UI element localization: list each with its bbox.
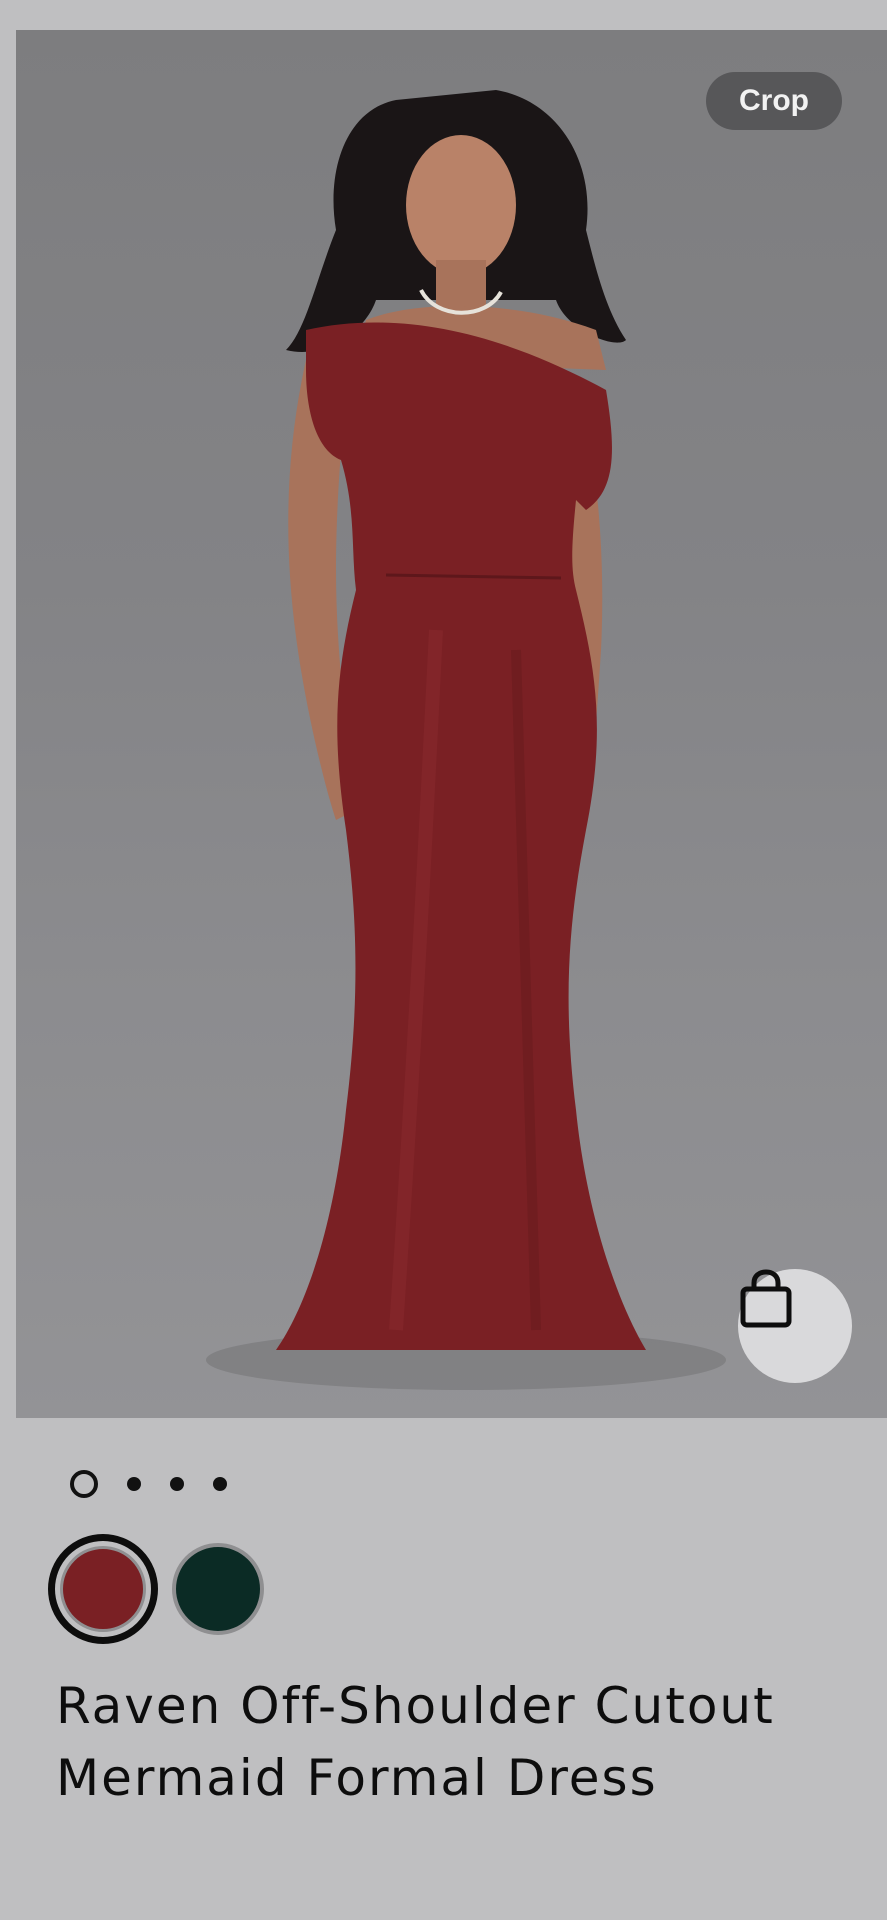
color-swatch-red-fill	[60, 1546, 146, 1632]
image-carousel-indicator	[70, 1470, 227, 1498]
carousel-dot-1[interactable]	[70, 1470, 98, 1498]
color-swatch-green[interactable]	[172, 1543, 264, 1635]
product-title[interactable]: Raven Off-Shoulder Cutout Mermaid Formal…	[56, 1670, 846, 1814]
shopping-bag-icon	[740, 1269, 792, 1328]
crop-button[interactable]: Crop	[706, 72, 842, 130]
product-card: Crop Raven Off-Shoulder Cutout Mermaid F…	[0, 0, 887, 1920]
color-swatch-red[interactable]	[48, 1534, 158, 1644]
carousel-dot-2[interactable]	[127, 1477, 141, 1491]
crop-button-label: Crop	[739, 84, 809, 117]
color-swatches	[48, 1534, 264, 1644]
carousel-dot-3[interactable]	[170, 1477, 184, 1491]
dress-photo-illustration	[206, 90, 726, 1390]
carousel-dot-4[interactable]	[213, 1477, 227, 1491]
add-to-bag-button[interactable]	[738, 1269, 852, 1383]
product-image[interactable]: Crop	[16, 30, 887, 1418]
